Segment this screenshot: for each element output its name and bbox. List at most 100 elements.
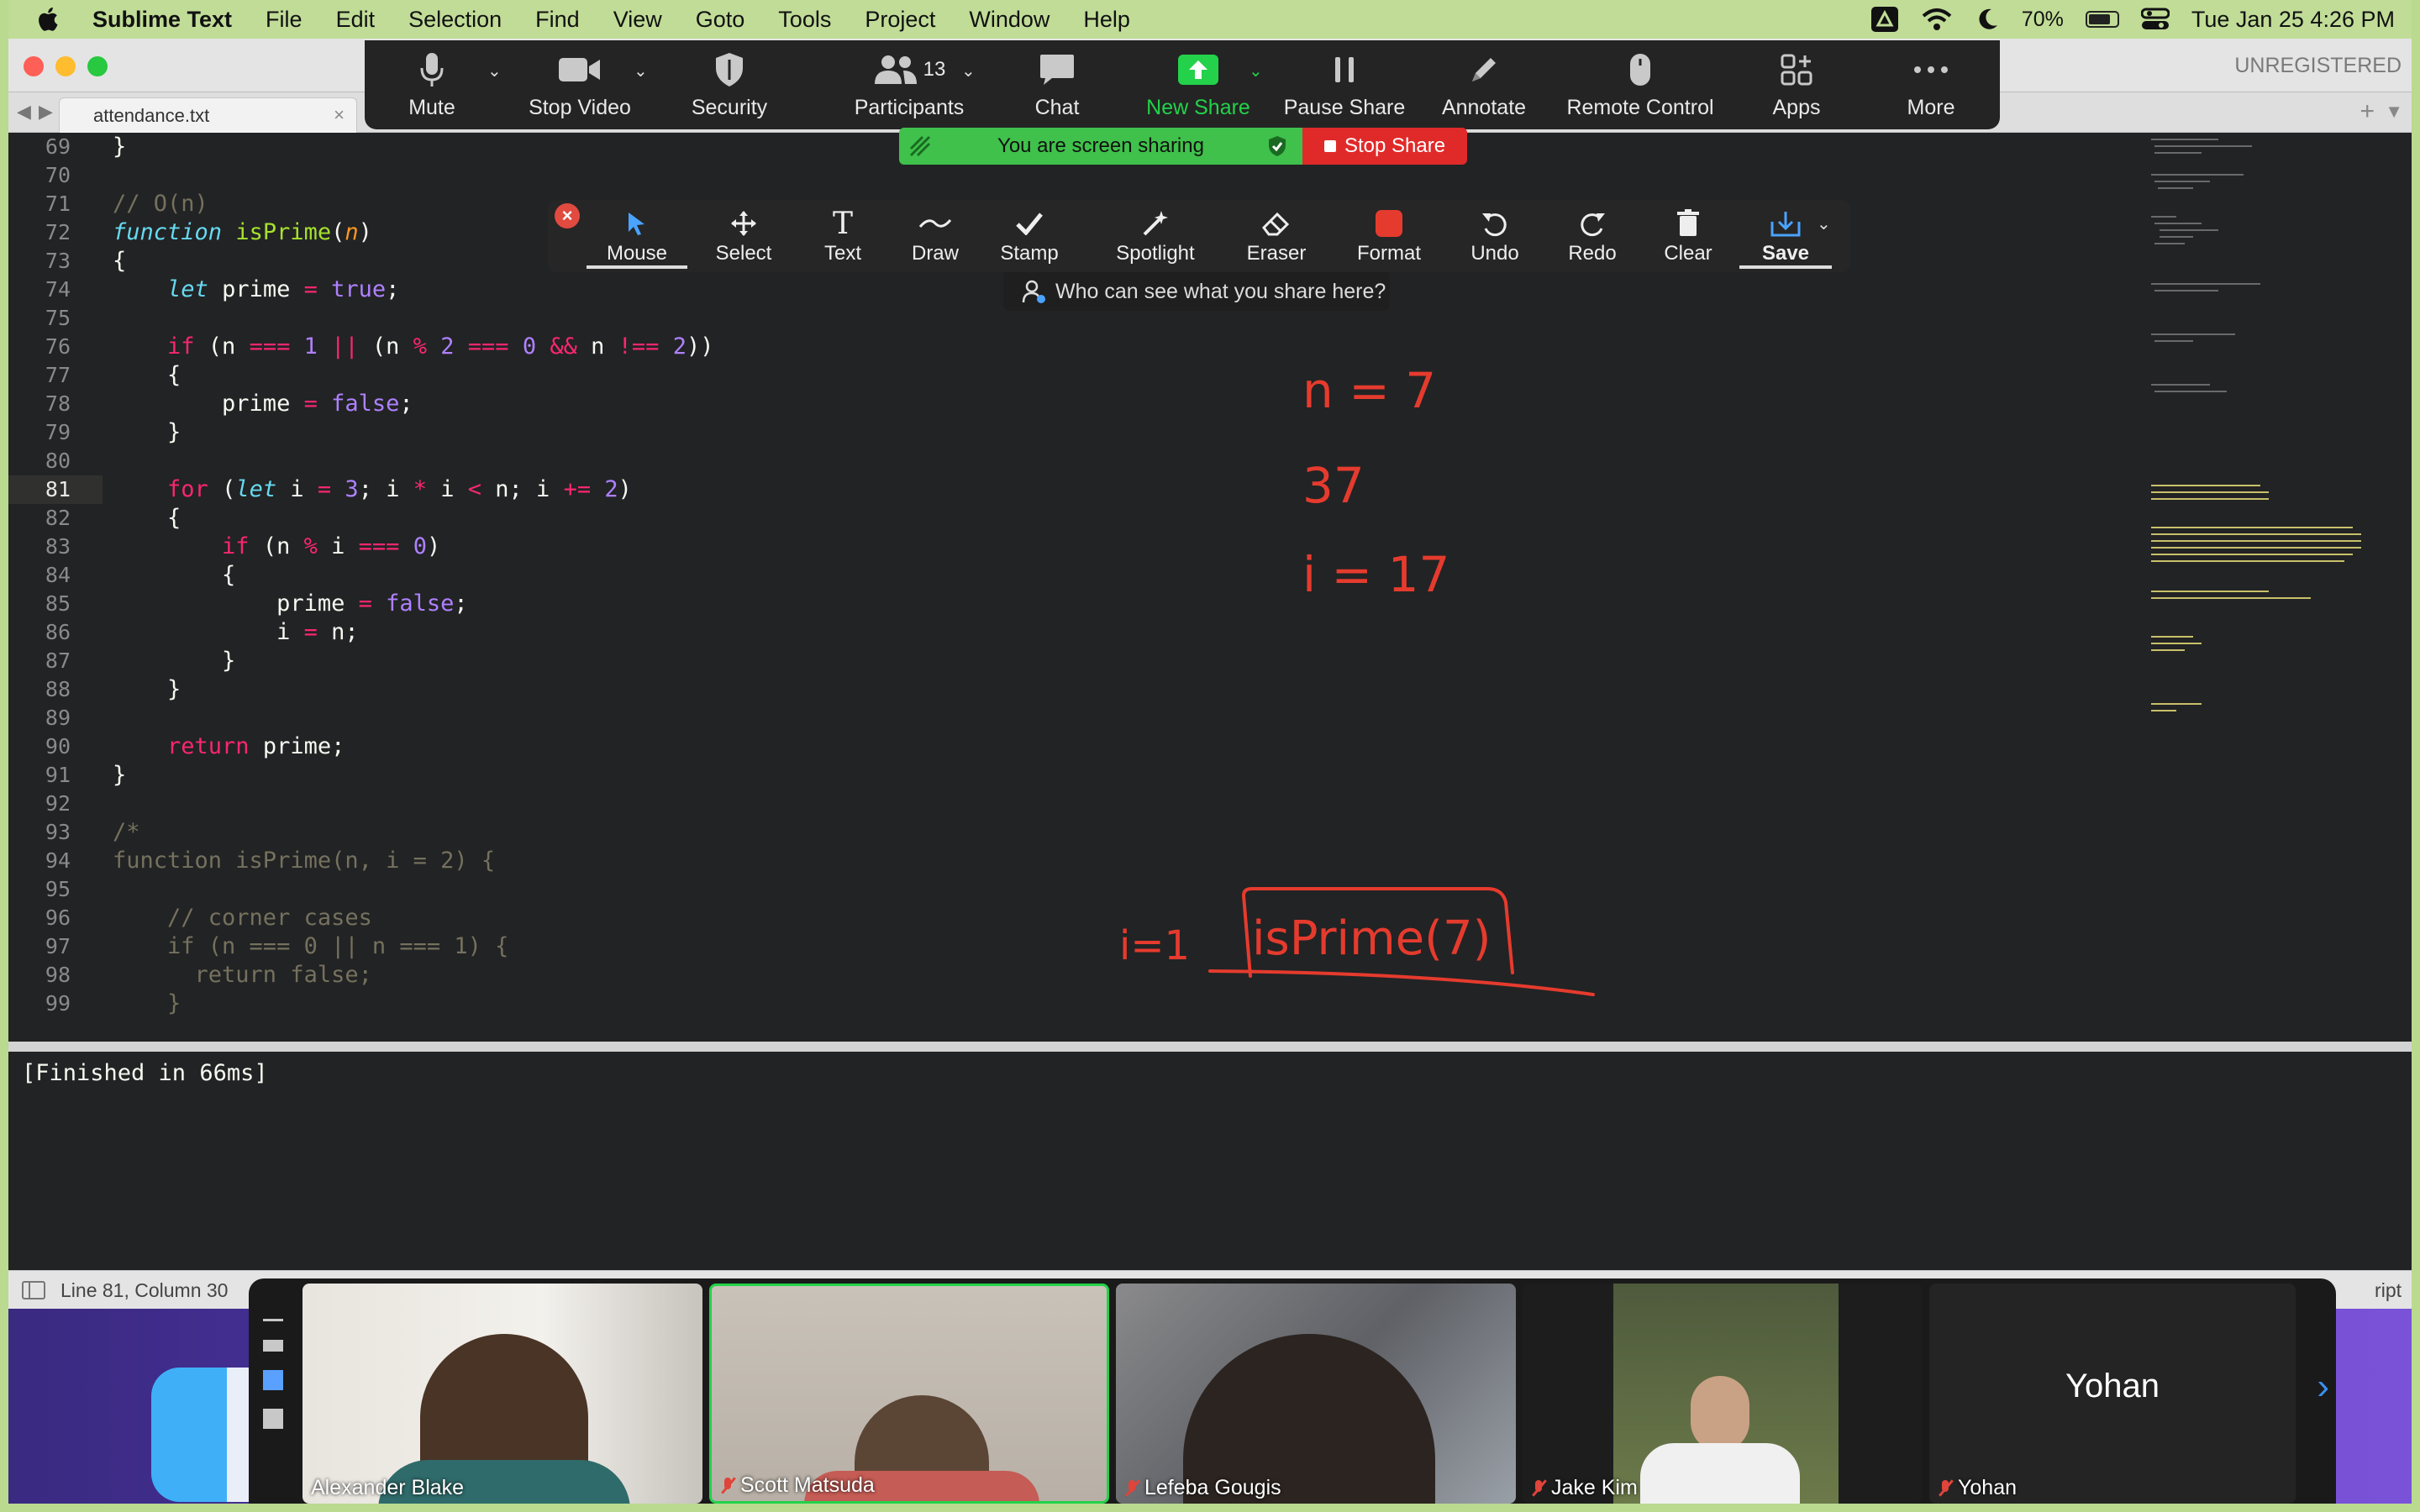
minimize-window-button[interactable] [55, 56, 76, 76]
tool-redo[interactable]: Redo [1546, 208, 1639, 265]
menu-app-name[interactable]: Sublime Text [92, 7, 232, 33]
menu-find[interactable]: Find [535, 7, 580, 33]
annotate-button[interactable]: Annotate [1417, 50, 1551, 120]
tab-attendance[interactable]: attendance.txt × [59, 97, 357, 133]
grid-view-icon[interactable] [263, 1409, 283, 1429]
microphone-icon [420, 53, 444, 87]
remote-control-button[interactable]: Remote Control [1556, 50, 1724, 120]
stop-share-button[interactable]: Stop Share [1302, 128, 1467, 165]
more-button[interactable]: More [1864, 50, 1998, 120]
next-page-chevron-icon[interactable]: › [2317, 1366, 2329, 1408]
move-arrows-icon [731, 211, 756, 236]
do-not-disturb-icon[interactable] [1975, 7, 2000, 32]
sharing-status-text: You are screen sharing [997, 134, 1204, 157]
sharing-status[interactable]: You are screen sharing [899, 128, 1302, 165]
tab-close-icon[interactable]: × [334, 104, 345, 126]
video-tile-scott-matsuda[interactable]: Scott Matsuda [709, 1284, 1109, 1504]
panel-splitter[interactable] [8, 1042, 2412, 1052]
wifi-icon[interactable] [1921, 7, 1953, 32]
pause-icon [1335, 57, 1354, 82]
menu-file[interactable]: File [266, 7, 302, 33]
tool-draw[interactable]: Draw [889, 208, 981, 265]
tab-forward-icon[interactable]: ▶ [39, 101, 53, 123]
video-tile-alexander-blake[interactable]: Alexander Blake [302, 1284, 702, 1504]
menu-selection[interactable]: Selection [408, 7, 502, 33]
chat-button[interactable]: Chat [990, 50, 1124, 120]
drive-icon[interactable] [1870, 6, 1899, 33]
apps-button[interactable]: Apps [1729, 50, 1864, 120]
strip-view-icon[interactable] [263, 1370, 283, 1390]
checkmark-icon [1016, 213, 1043, 235]
menu-view[interactable]: View [613, 7, 662, 33]
tab-list-icon[interactable]: ▼ [2385, 101, 2403, 123]
annotation-i-equals-17: i = 17 [1302, 546, 1449, 603]
security-button[interactable]: Security [662, 50, 797, 120]
menu-window[interactable]: Window [969, 7, 1050, 33]
tool-text[interactable]: T Text [797, 206, 889, 265]
muted-icon [1938, 1478, 1953, 1499]
cursor-position[interactable]: Line 81, Column 30 [60, 1279, 228, 1302]
close-annotation-icon[interactable]: × [555, 203, 580, 228]
video-tile-jake-kim[interactable]: Jake Kim [1523, 1284, 1923, 1504]
tool-select[interactable]: Select [697, 208, 790, 265]
tool-clear[interactable]: Clear [1642, 208, 1734, 265]
menubar-clock[interactable]: Tue Jan 25 4:26 PM [2191, 7, 2395, 33]
drag-handle-icon[interactable] [909, 135, 931, 157]
tool-undo[interactable]: Undo [1449, 208, 1541, 265]
annotation-i-equals-1: i=1 [1119, 922, 1190, 969]
video-options-chevron-icon[interactable]: ⌄ [634, 60, 648, 81]
build-output-text: [Finished in 66ms] [22, 1060, 268, 1086]
new-tab-icon[interactable]: + [2360, 97, 2375, 126]
cursor-arrow-icon [629, 213, 644, 235]
menu-project[interactable]: Project [865, 7, 935, 33]
participant-count: 13 [923, 58, 946, 81]
minimize-strip-icon[interactable] [263, 1319, 283, 1321]
tool-eraser[interactable]: Eraser [1230, 208, 1323, 265]
participant-name: Alexander Blake [311, 1476, 465, 1499]
unregistered-label: UNREGISTERED [2234, 54, 2402, 77]
download-save-icon [1770, 212, 1801, 237]
text-t-icon: T [832, 206, 853, 241]
menu-goto[interactable]: Goto [696, 7, 745, 33]
security-shield-check-icon[interactable] [1267, 135, 1287, 157]
mouse-icon [1630, 54, 1650, 86]
panel-toggle-icon[interactable] [22, 1281, 45, 1299]
participants-options-chevron-icon[interactable]: ⌄ [961, 60, 976, 81]
apps-icon [1781, 54, 1812, 86]
video-tile-lefeba-gougis[interactable]: Lefeba Gougis [1116, 1284, 1516, 1504]
participant-face [1691, 1376, 1749, 1452]
tool-spotlight[interactable]: Spotlight [1101, 208, 1210, 265]
tool-format[interactable]: Format [1343, 208, 1435, 265]
annotation-toolbar: × Mouse Select T Text Draw Stamp Spotlig… [548, 200, 1850, 272]
apple-icon[interactable] [34, 4, 64, 34]
share-options-chevron-icon[interactable]: ⌄ [1249, 60, 1263, 81]
close-window-button[interactable] [24, 56, 44, 76]
mute-button[interactable]: Mute [365, 50, 499, 120]
who-can-see-banner[interactable]: Who can see what you share here? [1003, 272, 1390, 311]
tool-mouse[interactable]: Mouse [587, 208, 687, 269]
tab-back-icon[interactable]: ◀ [17, 101, 31, 123]
hide-video-icon[interactable] [263, 1340, 283, 1352]
zoom-window-button[interactable] [87, 56, 108, 76]
menu-edit[interactable]: Edit [336, 7, 376, 33]
pause-share-button[interactable]: Pause Share [1277, 50, 1412, 120]
redo-icon [1581, 213, 1605, 237]
stop-square-icon [1323, 140, 1336, 152]
viewer-person-icon [1022, 280, 1045, 303]
participant-name: Lefeba Gougis [1124, 1476, 1281, 1500]
menubar-status-area: 70% Tue Jan 25 4:26 PM [1870, 0, 2395, 39]
syntax-label[interactable]: ript [2375, 1279, 2402, 1302]
control-center-icon[interactable] [2140, 7, 2170, 32]
menu-tools[interactable]: Tools [778, 7, 831, 33]
video-tile-yohan[interactable]: Yohan Yohan [1929, 1284, 2296, 1504]
mute-options-chevron-icon[interactable]: ⌄ [487, 60, 502, 81]
menu-help[interactable]: Help [1083, 7, 1130, 33]
magic-wand-icon [1143, 211, 1168, 236]
stop-video-button[interactable]: Stop Video [513, 50, 647, 120]
trash-icon [1677, 209, 1699, 236]
battery-icon[interactable] [2085, 11, 2119, 28]
tool-stamp[interactable]: Stamp [983, 208, 1076, 265]
save-options-chevron-icon[interactable]: ⌄ [1817, 213, 1831, 234]
new-share-button[interactable]: New Share [1131, 50, 1265, 120]
annotation-n-equals-7: n = 7 [1302, 362, 1436, 419]
